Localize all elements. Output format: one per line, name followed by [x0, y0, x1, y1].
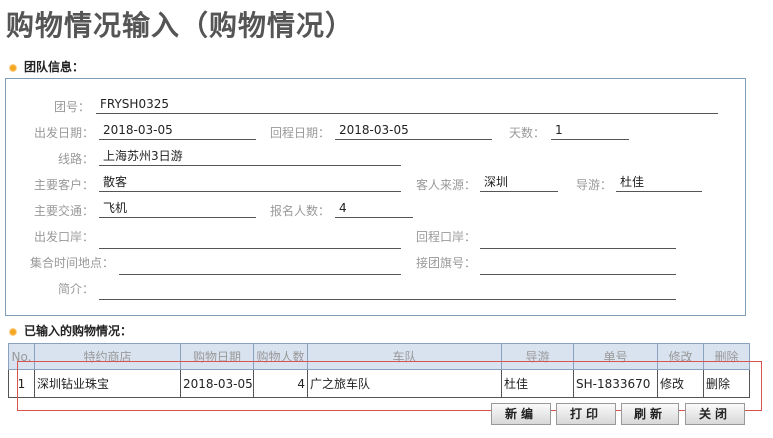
table-row: 1 深圳钻业珠宝 2018-03-05 4 广之旅车队 杜佳 SH-183367… — [8, 369, 750, 398]
route-field[interactable]: 上海苏州3日游 — [99, 149, 401, 166]
team-section-title: 团队信息： — [10, 58, 84, 75]
assembly-label: 集合时间地点： — [30, 256, 115, 270]
summary-label: 简介： — [58, 282, 95, 296]
col-header-order-no: 单号 — [573, 343, 658, 370]
edit-link[interactable]: 修改 — [657, 369, 704, 398]
days-label: 天数： — [509, 126, 546, 140]
return-date-field[interactable]: 2018-03-05 — [335, 123, 492, 140]
main-customer-field[interactable]: 散客 — [99, 175, 401, 192]
new-button[interactable]: 新编 — [491, 403, 551, 425]
shopping-section-title: 已输入的购物情况： — [10, 322, 132, 339]
team-section-label: 团队信息： — [24, 60, 85, 74]
print-button[interactable]: 打印 — [556, 403, 616, 425]
depart-date-label: 出发日期： — [34, 126, 95, 140]
main-transport-label: 主要交通： — [34, 204, 95, 218]
guide-label: 导游： — [576, 178, 613, 192]
delete-link[interactable]: 删除 — [703, 369, 750, 398]
guest-source-field[interactable]: 深圳 — [480, 175, 558, 192]
col-header-count: 购物人数 — [253, 343, 308, 370]
bullet-icon — [10, 64, 16, 71]
guide-field[interactable]: 杜佳 — [616, 175, 702, 192]
cell-guide: 杜佳 — [501, 369, 574, 398]
shopping-section-label: 已输入的购物情况： — [24, 324, 133, 338]
signup-count-field[interactable]: 4 — [335, 201, 413, 218]
return-port-label: 回程口岸： — [416, 230, 477, 244]
route-label: 线路： — [58, 152, 95, 166]
summary-field[interactable] — [99, 283, 676, 300]
col-header-no: No. — [8, 343, 35, 370]
main-transport-field[interactable]: 飞机 — [99, 201, 256, 218]
cell-date: 2018-03-05 — [180, 369, 254, 398]
cell-order-no: SH-1833670 — [573, 369, 658, 398]
days-field[interactable]: 1 — [551, 123, 629, 140]
bullet-icon — [10, 328, 16, 335]
close-button[interactable]: 关闭 — [685, 403, 745, 425]
depart-port-field[interactable] — [99, 232, 401, 249]
guest-source-label: 客人来源： — [416, 178, 477, 192]
col-header-delete: 删除 — [703, 343, 750, 370]
assembly-field[interactable] — [119, 258, 401, 275]
group-no-field[interactable]: FRYSH0325 — [96, 97, 718, 114]
col-header-shop: 特约商店 — [34, 343, 181, 370]
cell-shop: 深圳钻业珠宝 — [34, 369, 181, 398]
depart-port-label: 出发口岸： — [34, 230, 95, 244]
table-header-row: No. 特约商店 购物日期 购物人数 车队 导游 单号 修改 删除 — [8, 343, 750, 370]
cell-no: 1 — [8, 369, 35, 398]
flag-no-field[interactable] — [480, 258, 676, 275]
shopping-table: No. 特约商店 购物日期 购物人数 车队 导游 单号 修改 删除 1 深圳钻业… — [8, 343, 750, 398]
page-title: 购物情况输入（购物情况） — [6, 9, 355, 42]
return-date-label: 回程日期： — [270, 126, 331, 140]
main-customer-label: 主要客户： — [34, 178, 95, 192]
group-no-label: 团号： — [54, 100, 91, 114]
refresh-button[interactable]: 刷新 — [621, 403, 679, 425]
depart-date-field[interactable]: 2018-03-05 — [99, 123, 256, 140]
signup-count-label: 报名人数： — [270, 204, 331, 218]
return-port-field[interactable] — [480, 232, 676, 249]
flag-no-label: 接团旗号： — [416, 256, 477, 270]
col-header-guide: 导游 — [501, 343, 574, 370]
col-header-fleet: 车队 — [307, 343, 502, 370]
cell-count: 4 — [253, 369, 308, 398]
col-header-date: 购物日期 — [180, 343, 254, 370]
cell-fleet: 广之旅车队 — [307, 369, 502, 398]
col-header-edit: 修改 — [657, 343, 704, 370]
